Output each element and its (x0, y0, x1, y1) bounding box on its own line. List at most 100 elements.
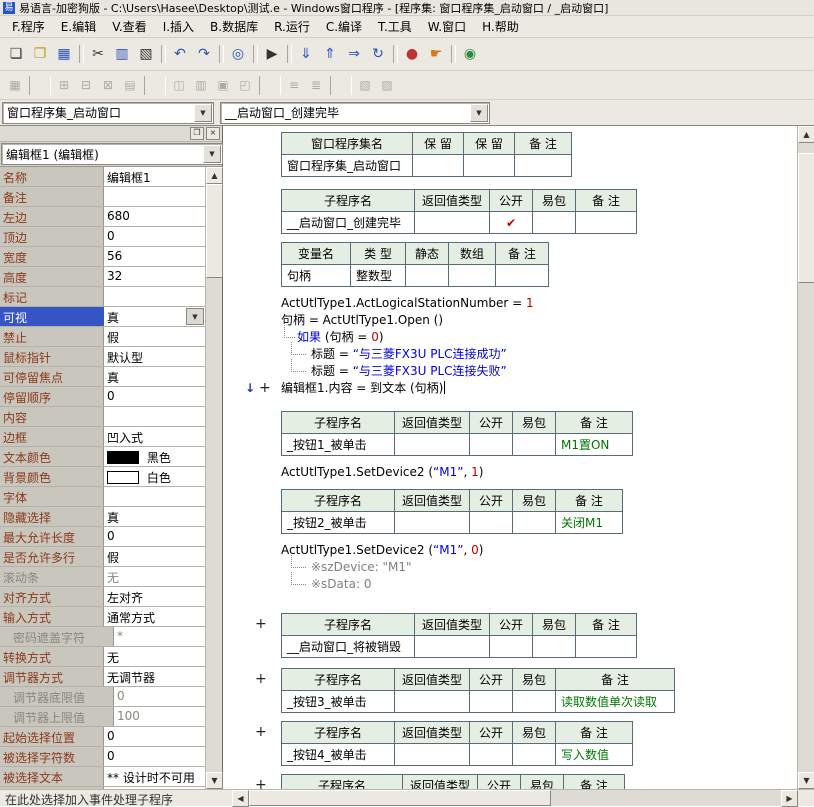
scrollbar-thumb[interactable] (798, 153, 814, 283)
table-cell[interactable]: 关闭M1 (556, 512, 623, 534)
property-row[interactable]: 停留顺序 0 ▼ (0, 387, 205, 407)
property-row[interactable]: 输入方式 通常方式 ▼ (0, 607, 205, 627)
property-row[interactable]: 标记 ▼ (0, 287, 205, 307)
property-value[interactable]: 无 ▼ (104, 567, 205, 586)
public-checkmark[interactable]: ✔ (490, 212, 533, 234)
scroll-down-icon[interactable]: ▼ (798, 772, 814, 789)
property-row[interactable]: 备注 ▼ (0, 187, 205, 207)
property-value[interactable]: 无 ▼ (104, 647, 205, 666)
table-cell[interactable] (515, 155, 572, 177)
open-file-icon[interactable]: ❐ (28, 42, 52, 66)
scrollbar-thumb[interactable] (206, 184, 223, 278)
property-value[interactable]: 凹入式 ▼ (104, 427, 205, 446)
scrollbar-track[interactable] (249, 790, 781, 806)
property-value[interactable]: 通常方式 ▼ (104, 607, 205, 626)
property-row[interactable]: 调节器上限值 100 ▼ (0, 707, 205, 727)
code-line[interactable]: ActUtlType1.SetDevice2 (“M1”, 0) (281, 542, 798, 559)
toolbar-button[interactable] (219, 45, 223, 63)
insert-row-below-icon[interactable]: ⊟ (75, 75, 97, 96)
menu-item[interactable]: W.窗口 (420, 16, 474, 37)
property-row[interactable]: 调节器方式 无调节器 ▼ (0, 667, 205, 687)
pause-icon[interactable]: ☛ (424, 42, 448, 66)
property-row[interactable]: 禁止 假 ▼ (0, 327, 205, 347)
property-value[interactable]: ▼ (104, 407, 205, 426)
delete-col-icon[interactable]: ▥ (190, 75, 212, 96)
table-cell[interactable]: 读取数值单次读取 (556, 691, 675, 713)
find-icon[interactable]: ◎ (226, 42, 250, 66)
property-value[interactable]: 编辑框1 ▼ (104, 167, 205, 186)
property-row[interactable]: 调节器底限值 0 ▼ (0, 687, 205, 707)
toolbar-button[interactable] (29, 76, 50, 95)
table-cell[interactable] (470, 434, 513, 456)
close-icon[interactable]: × (206, 127, 220, 140)
property-value[interactable]: 默认型 ▼ (104, 347, 205, 366)
table-cell[interactable] (395, 691, 470, 713)
property-row[interactable]: 左边 680 ▼ (0, 207, 205, 227)
table-cell[interactable]: __启动窗口_创建完毕 (282, 212, 415, 234)
property-value[interactable]: 无调节器 ▼ (104, 667, 205, 686)
property-row[interactable]: 宽度 56 ▼ (0, 247, 205, 267)
scroll-up-icon[interactable]: ▲ (798, 126, 814, 143)
toolbar-button[interactable] (451, 45, 455, 63)
cut-icon[interactable]: ✂ (86, 42, 110, 66)
table-cell[interactable]: __启动窗口_将被销毁 (282, 636, 415, 658)
property-value[interactable]: ▼ (104, 187, 205, 206)
align-center-icon[interactable]: ≣ (305, 75, 327, 96)
code-block-init[interactable]: ActUtlType1.ActLogicalStationNumber = 1 … (281, 295, 798, 397)
chevron-down-icon[interactable]: ▼ (203, 145, 221, 163)
table-cell[interactable] (513, 744, 556, 766)
property-grid-scrollbar[interactable]: ▲ ▼ (205, 167, 222, 789)
property-row[interactable]: 字体 ▼ (0, 487, 205, 507)
property-value[interactable]: 假 ▼ (104, 327, 205, 346)
table-cell[interactable] (496, 265, 549, 287)
run-icon[interactable]: ▶ (260, 42, 284, 66)
property-row[interactable]: 被选择字符数 0 ▼ (0, 747, 205, 767)
toolbar-button[interactable] (393, 45, 397, 63)
bookmark-icon[interactable]: ▨ (376, 75, 398, 96)
table-cell[interactable] (406, 265, 449, 287)
table-grid-icon[interactable]: ▦ (4, 75, 26, 96)
table-cell[interactable]: 窗口程序集_启动窗口 (282, 155, 413, 177)
table-cell[interactable] (490, 636, 533, 658)
scrollbar-track[interactable] (798, 143, 814, 772)
redo-icon[interactable]: ↷ (192, 42, 216, 66)
paste-icon[interactable]: ▧ (134, 42, 158, 66)
code-line[interactable]: ↓ + 编辑框1.内容 = 到文本 (句柄) (281, 380, 798, 397)
property-row[interactable]: 背景颜色 白色 ▼ (0, 467, 205, 487)
step-out-icon[interactable]: ⇒ (342, 42, 366, 66)
undo-icon[interactable]: ↶ (168, 42, 192, 66)
scroll-right-icon[interactable]: ▶ (781, 790, 798, 807)
table-cell[interactable] (576, 212, 637, 234)
property-value[interactable]: 假 ▼ (104, 547, 205, 566)
table-cell[interactable] (533, 212, 576, 234)
property-value[interactable]: 真 ▼ (104, 507, 205, 526)
insert-marker-icon[interactable]: + (255, 777, 267, 789)
table-cell[interactable]: 句柄 (282, 265, 351, 287)
table-cell[interactable]: 写入数值 (556, 744, 633, 766)
table-cell[interactable] (533, 636, 576, 658)
property-row[interactable]: 边框 凹入式 ▼ (0, 427, 205, 447)
property-row[interactable]: 隐藏选择 真 ▼ (0, 507, 205, 527)
table-cell[interactable] (576, 636, 637, 658)
table-cell[interactable]: _按钮2_被单击 (282, 512, 395, 534)
property-value[interactable]: 0 ▼ (104, 727, 205, 746)
insert-row-above-icon[interactable]: ⊞ (53, 75, 75, 96)
table-cell[interactable] (464, 155, 515, 177)
property-value[interactable]: * ▼ (114, 627, 205, 646)
table-cell[interactable] (415, 636, 490, 658)
property-row[interactable]: 内容 ▼ (0, 407, 205, 427)
toolbar-button[interactable] (161, 45, 165, 63)
toolbar-button[interactable] (144, 76, 165, 95)
toolbar-button[interactable] (287, 45, 291, 63)
menu-item[interactable]: I.插入 (155, 16, 202, 37)
helper-icon[interactable]: ◉ (458, 42, 482, 66)
menu-item[interactable]: R.运行 (266, 16, 318, 37)
table-cell[interactable] (413, 155, 464, 177)
toolbar-button[interactable] (259, 76, 280, 95)
dropdown-button[interactable]: ▼ (186, 308, 204, 325)
menu-item[interactable]: T.工具 (370, 16, 420, 37)
property-value[interactable]: 32 ▼ (104, 267, 205, 286)
step-into-icon[interactable]: ⇑ (318, 42, 342, 66)
copy-icon[interactable]: ▥ (110, 42, 134, 66)
property-row[interactable]: 顶边 0 ▼ (0, 227, 205, 247)
